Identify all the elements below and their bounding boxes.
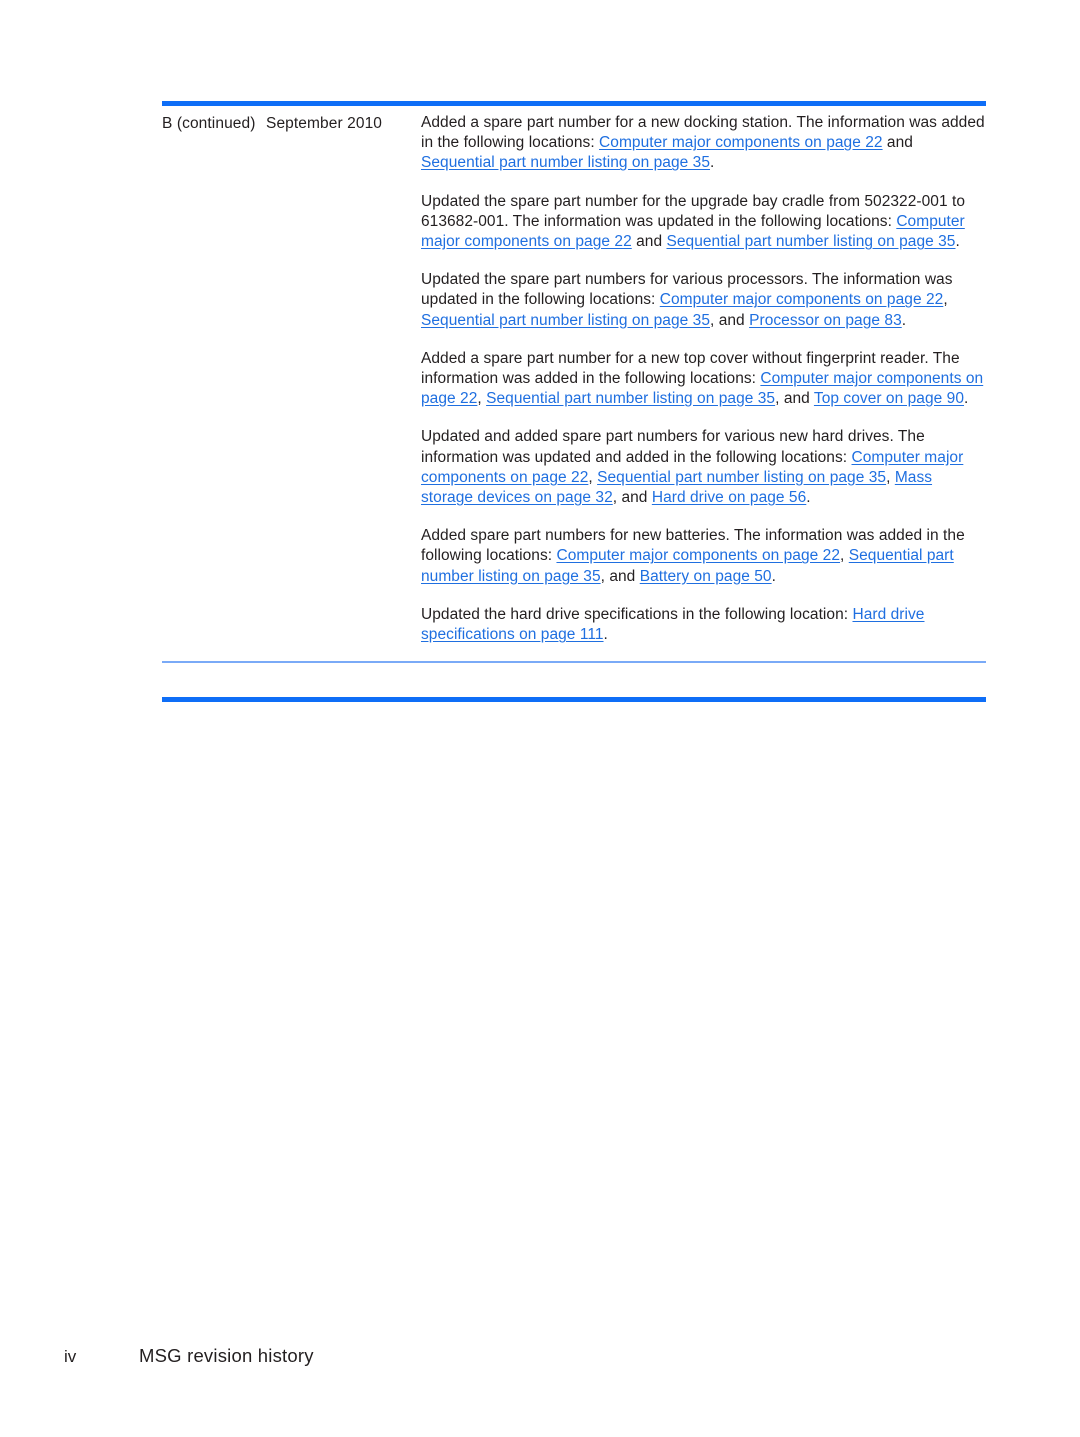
revision-description-text: ,: [588, 468, 598, 486]
revision-description-paragraph: Added spare part numbers for new batteri…: [421, 526, 986, 587]
cross-reference-link[interactable]: Sequential part number listing on page 3…: [486, 390, 775, 407]
revision-description-text: Updated the hard drive specifications in…: [421, 605, 853, 623]
revision-description-text: Updated and added spare part numbers for…: [421, 428, 925, 466]
cross-reference-link[interactable]: Sequential part number listing on page 3…: [421, 154, 710, 171]
revision-description-text: ,: [943, 291, 948, 309]
revision-description-text: ,: [477, 390, 487, 408]
cross-reference-link[interactable]: Hard drive on page 56: [652, 489, 806, 506]
revision-description-text: .: [710, 154, 715, 172]
revision-description-cell: Added a spare part number for a new dock…: [421, 113, 986, 645]
revision-description-text: , and: [600, 567, 640, 585]
footer-chapter-title: MSG revision history: [139, 1345, 314, 1366]
cross-reference-link[interactable]: Sequential part number listing on page 3…: [666, 233, 955, 250]
cross-reference-link[interactable]: Computer major components on page 22: [660, 291, 944, 308]
cross-reference-link[interactable]: Computer major components on page 22: [599, 134, 883, 151]
revision-date-cell: September 2010: [266, 115, 383, 132]
revision-description-text: Updated the spare part number for the up…: [421, 192, 966, 230]
revision-description-text: and: [882, 134, 913, 152]
revision-description-text: .: [603, 626, 608, 644]
revision-description-paragraph: Updated and added spare part numbers for…: [421, 427, 986, 508]
cross-reference-link[interactable]: Computer major components on page 22: [556, 547, 840, 564]
revision-description-paragraph: Updated the spare part number for the up…: [421, 192, 986, 253]
revision-description-text: and: [631, 233, 667, 251]
document-page: B (continued) September 2010 Added a spa…: [0, 0, 1080, 1437]
revision-description-text: .: [964, 390, 969, 408]
revision-description-text: , and: [612, 489, 652, 507]
revision-description-paragraph: Updated the hard drive specifications in…: [421, 605, 986, 645]
revision-description-text: .: [955, 233, 960, 251]
footer-page-number: iv: [64, 1347, 77, 1366]
page-footer: iv MSG revision history: [0, 1345, 1080, 1368]
revision-description-text: .: [771, 567, 776, 585]
cross-reference-link[interactable]: Top cover on page 90: [814, 390, 964, 407]
revision-description-text: .: [901, 311, 907, 329]
cross-reference-link[interactable]: Battery on page 50: [640, 568, 772, 585]
table-top-rule: [162, 101, 986, 106]
cross-reference-link[interactable]: Processor on page 83: [749, 312, 902, 329]
cross-reference-link[interactable]: Sequential part number listing on page 3…: [597, 469, 886, 486]
cross-reference-link[interactable]: Sequential part number listing on page 3…: [421, 312, 710, 329]
revision-description-text: , and: [775, 390, 814, 408]
revision-description-paragraph: Added a spare part number for a new top …: [421, 349, 986, 410]
revision-description-text: ,: [840, 547, 849, 565]
revision-history-row: B (continued) September 2010 Added a spa…: [162, 113, 986, 645]
revision-description-text: ,: [886, 468, 895, 486]
revision-description-paragraph: Updated the spare part numbers for vario…: [421, 270, 986, 331]
revision-description-text: , and: [710, 311, 750, 329]
revision-description-text: .: [806, 489, 811, 507]
table-bottom-thin-rule: [162, 661, 986, 663]
table-bottom-rule: [162, 697, 986, 702]
revision-description-paragraph: Added a spare part number for a new dock…: [421, 113, 986, 174]
revision-cell: B (continued): [162, 115, 256, 132]
